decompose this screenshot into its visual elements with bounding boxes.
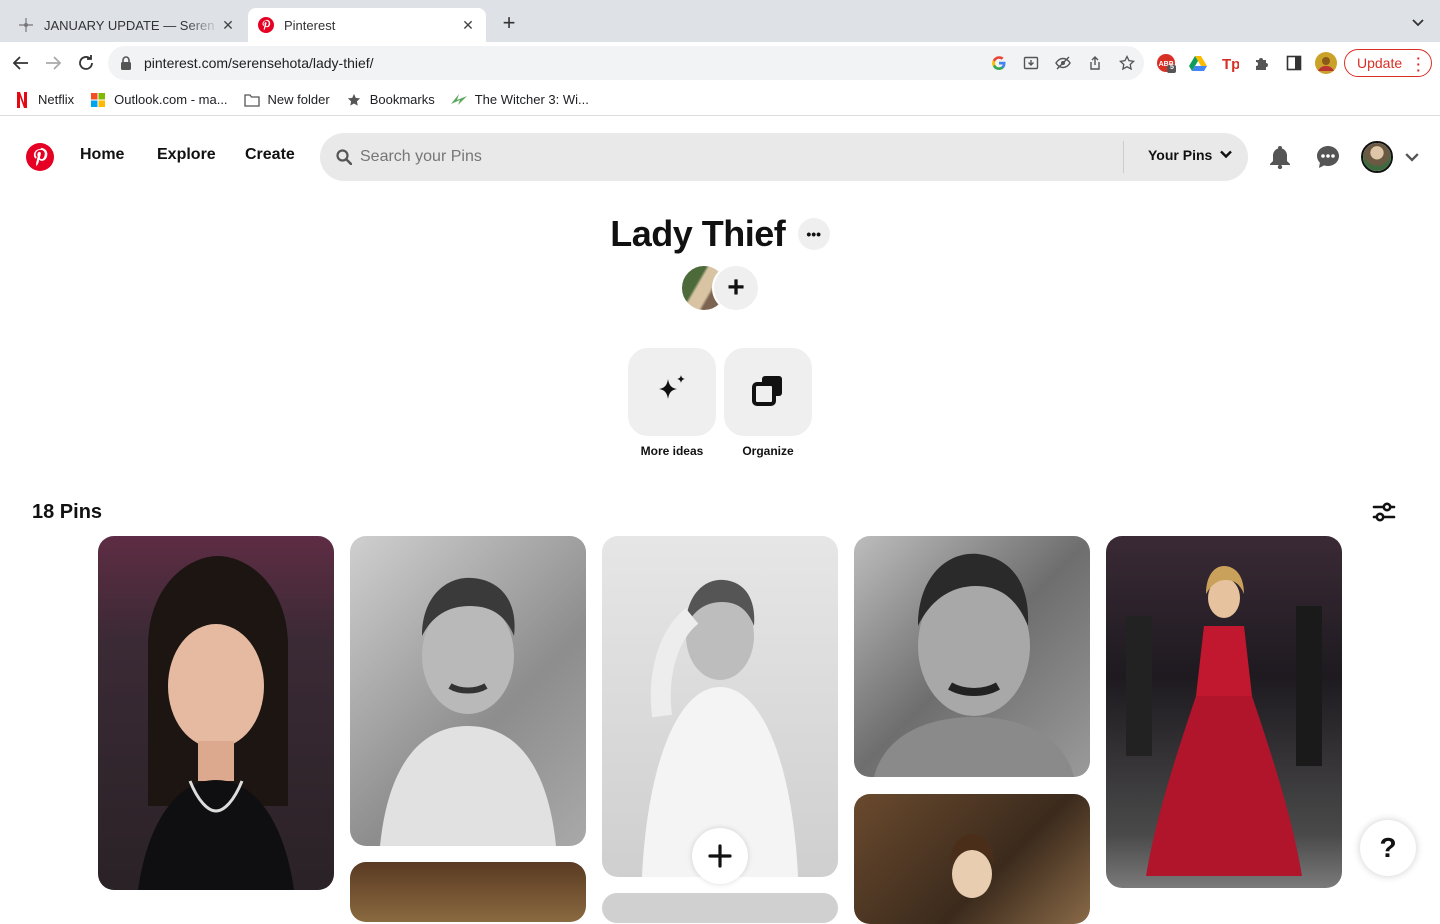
add-collaborator-button[interactable]: + xyxy=(712,264,760,312)
browser-toolbar: pinterest.com/serensehota/lady-thief/ AB… xyxy=(0,42,1440,84)
browser-tab-bar: JANUARY UPDATE — Seren Ra ✕ Pinterest ✕ … xyxy=(0,0,1440,42)
more-ideas-label: More ideas xyxy=(640,444,704,458)
messages-icon[interactable] xyxy=(1316,145,1340,169)
lock-icon[interactable] xyxy=(120,56,134,70)
reload-icon[interactable] xyxy=(75,52,97,74)
star-icon xyxy=(346,92,362,108)
pinterest-logo-icon[interactable] xyxy=(26,143,54,171)
search-divider xyxy=(1123,141,1124,173)
close-tab-icon[interactable]: ✕ xyxy=(460,17,476,33)
organize-icon xyxy=(752,374,784,411)
sparkle-icon xyxy=(655,373,689,412)
your-pins-label: Your Pins xyxy=(1148,147,1213,163)
google-icon[interactable] xyxy=(990,54,1008,72)
pin-search-bar: Your Pins xyxy=(320,133,1248,181)
back-icon[interactable] xyxy=(10,52,32,74)
folder-icon xyxy=(243,92,260,108)
pin-image[interactable] xyxy=(854,794,1090,924)
search-input[interactable] xyxy=(360,148,1100,166)
pin-image[interactable] xyxy=(602,893,838,923)
bookmark-label: Netflix xyxy=(38,92,75,107)
more-ideas-tool[interactable]: More ideas xyxy=(628,348,716,458)
pin-image[interactable] xyxy=(854,536,1090,777)
board-more-options-button[interactable]: ••• xyxy=(797,218,830,250)
bookmark-witcher[interactable]: The Witcher 3: Wi... xyxy=(450,92,589,108)
eye-off-icon[interactable] xyxy=(1054,54,1072,72)
board-title-row: Lady Thief ••• xyxy=(0,213,1440,255)
painting-woman-image xyxy=(950,834,994,898)
plus-icon xyxy=(708,844,732,868)
pin-image[interactable] xyxy=(350,536,586,846)
bookmark-outlook[interactable]: Outlook.com - ma... xyxy=(90,92,228,108)
filter-settings-icon[interactable] xyxy=(1372,500,1396,524)
pinterest-favicon-icon xyxy=(258,17,274,33)
more-ideas-button[interactable] xyxy=(628,348,716,436)
portrait-man-bw-image xyxy=(380,577,556,846)
typepad-extension-icon[interactable]: Tp xyxy=(1220,53,1240,73)
microsoft-icon xyxy=(90,92,106,108)
install-app-icon[interactable] xyxy=(1022,54,1040,72)
tab-search-chevron-icon[interactable] xyxy=(1410,14,1426,30)
portrait-woman-bw-image xyxy=(642,579,798,877)
pin-image[interactable] xyxy=(1106,536,1342,888)
bookmark-label: Outlook.com - ma... xyxy=(114,92,228,107)
forward-icon[interactable] xyxy=(42,52,64,74)
pin-image[interactable] xyxy=(350,862,586,922)
bookmark-label: The Witcher 3: Wi... xyxy=(474,92,589,107)
help-button[interactable]: ? xyxy=(1360,820,1416,876)
close-tab-icon[interactable]: ✕ xyxy=(220,17,236,33)
extensions-puzzle-icon[interactable] xyxy=(1252,53,1272,73)
url-text[interactable]: pinterest.com/serensehota/lady-thief/ xyxy=(144,55,374,71)
organize-label: Organize xyxy=(742,444,794,458)
notifications-bell-icon[interactable] xyxy=(1268,145,1292,169)
save-pin-plus-button[interactable] xyxy=(692,828,748,884)
portrait-man-closeup-image xyxy=(874,553,1074,777)
bookmark-new-folder[interactable]: New folder xyxy=(243,92,330,108)
board-title: Lady Thief xyxy=(610,213,786,254)
portrait-woman-image xyxy=(138,556,294,890)
google-drive-icon[interactable] xyxy=(1188,53,1208,73)
pinterest-header: Home Explore Create Your Pins xyxy=(0,117,1440,197)
address-bar[interactable]: pinterest.com/serensehota/lady-thief/ xyxy=(108,46,1144,80)
bookmark-star-icon[interactable] xyxy=(1118,54,1136,72)
tab-title: JANUARY UPDATE — Seren Ra xyxy=(44,17,220,33)
update-button[interactable]: Update · · · xyxy=(1344,49,1432,77)
share-icon[interactable] xyxy=(1086,54,1104,72)
profile-avatar-icon[interactable] xyxy=(1315,52,1337,74)
kebab-menu-icon: · · · xyxy=(1416,50,1421,78)
svg-text:Tp: Tp xyxy=(1222,56,1239,72)
netflix-icon xyxy=(14,91,30,108)
tab-january-update[interactable]: JANUARY UPDATE — Seren Ra ✕ xyxy=(8,8,246,42)
tab-pinterest[interactable]: Pinterest ✕ xyxy=(248,8,486,42)
bookmark-label: Bookmarks xyxy=(369,92,435,107)
your-pins-dropdown[interactable]: Your Pins xyxy=(1148,147,1233,163)
bookmark-label: New folder xyxy=(267,92,330,107)
pin-count: 18 Pins xyxy=(32,501,103,523)
bookmarks-bar: Netflix Outlook.com - ma... New folder B… xyxy=(0,84,1440,116)
tab-title: Pinterest xyxy=(284,17,336,33)
woman-red-gown-image xyxy=(1126,566,1322,876)
search-icon xyxy=(336,149,353,166)
extension-badge: 5 xyxy=(1170,64,1174,71)
squarespace-favicon-icon xyxy=(18,17,34,33)
witcher-icon xyxy=(450,92,467,108)
pin-image[interactable] xyxy=(98,536,334,890)
update-label: Update xyxy=(1357,55,1403,71)
bookmark-netflix[interactable]: Netflix xyxy=(14,91,75,108)
nav-create[interactable]: Create xyxy=(245,146,295,164)
nav-home[interactable]: Home xyxy=(80,146,124,164)
user-avatar[interactable] xyxy=(1361,141,1393,173)
account-chevron-down-icon[interactable] xyxy=(1400,145,1424,169)
nav-explore[interactable]: Explore xyxy=(157,146,216,164)
organize-button[interactable] xyxy=(724,348,812,436)
side-panel-icon[interactable] xyxy=(1284,53,1304,73)
organize-tool[interactable]: Organize xyxy=(724,348,812,458)
chevron-down-icon xyxy=(1220,147,1233,163)
adblock-extension-icon[interactable]: ABP 5 xyxy=(1156,53,1176,73)
bookmark-bookmarks[interactable]: Bookmarks xyxy=(346,92,435,108)
pin-image[interactable] xyxy=(602,536,838,877)
new-tab-button[interactable]: + xyxy=(498,12,520,35)
